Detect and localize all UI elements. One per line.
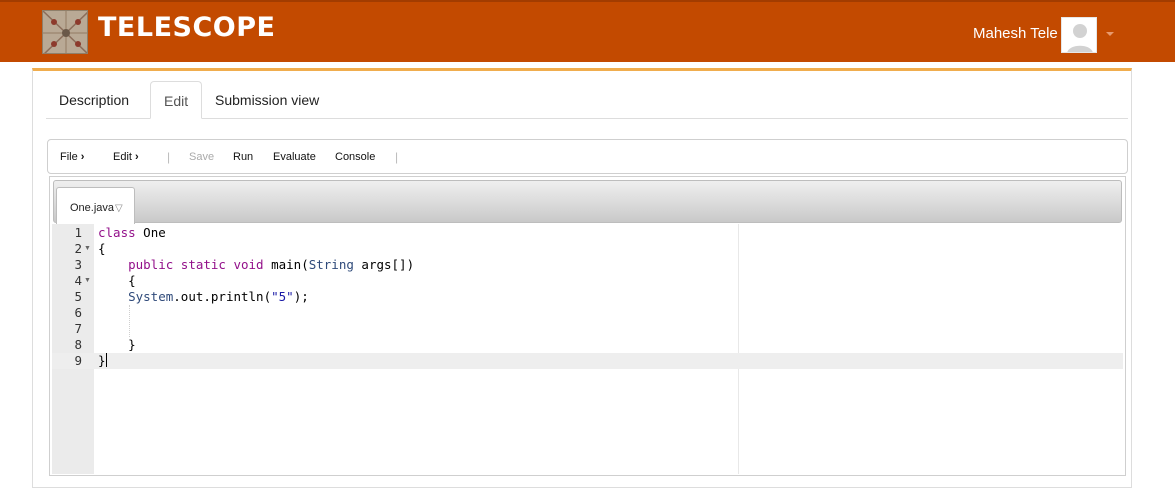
line-number: 7	[74, 321, 82, 336]
print-margin	[738, 224, 739, 474]
toolbar-separator: |	[167, 150, 171, 164]
tab-submission-view[interactable]: Submission view	[202, 81, 332, 119]
line-number: 4	[74, 273, 82, 288]
line-number: 9	[74, 353, 82, 368]
triangle-down-icon[interactable]: ▽	[115, 203, 123, 214]
file-menu[interactable]: File ›	[60, 151, 84, 163]
active-line-highlight	[52, 353, 1123, 369]
code-keyword: public static void	[128, 257, 264, 272]
toolbar-separator: |	[395, 150, 399, 164]
chevron-right-icon: ›	[80, 151, 85, 163]
file-menu-label: File	[60, 151, 78, 163]
code-line: class One	[98, 225, 166, 241]
code-method: main(	[263, 257, 309, 272]
fold-toggle-icon[interactable]: ▼	[84, 241, 92, 257]
user-name[interactable]: Mahesh Tele	[973, 25, 1058, 42]
code-line: public static void main(String args[])	[98, 257, 414, 273]
code-brace: }	[98, 353, 106, 368]
code-keyword: class	[98, 225, 136, 240]
line-number: 8	[74, 337, 82, 352]
fold-toggle-icon[interactable]: ▼	[84, 273, 92, 289]
file-tab-one-java[interactable]: One.java▽	[56, 187, 135, 224]
indent-guide	[129, 305, 130, 337]
code-line: {	[98, 273, 136, 289]
line-number: 5	[74, 289, 82, 304]
code-line: System.out.println("5");	[98, 289, 309, 305]
code-type: String	[308, 257, 354, 272]
save-button[interactable]: Save	[189, 151, 214, 163]
code-string: "5"	[271, 289, 294, 304]
telescope-logo-icon[interactable]	[42, 10, 88, 54]
edit-menu-label: Edit	[113, 151, 132, 163]
edit-menu[interactable]: Edit ›	[113, 151, 139, 163]
chevron-down-icon[interactable]	[1106, 32, 1114, 36]
line-number: 6	[74, 305, 82, 320]
run-button[interactable]: Run	[233, 151, 253, 163]
user-avatar-icon[interactable]	[1061, 17, 1097, 53]
code-line: }	[98, 353, 107, 369]
code-identifier: One	[135, 225, 166, 240]
code-params: args[])	[353, 257, 415, 272]
editor-toolbar: File › Edit › | Save Run Evaluate Console …	[47, 139, 1128, 174]
file-tab-label: One.java	[70, 202, 115, 214]
text-cursor	[105, 353, 107, 367]
code-line: }	[98, 337, 136, 353]
code-brace: }	[98, 337, 136, 352]
line-number: 3	[74, 257, 82, 272]
line-number: 2	[74, 241, 82, 256]
code-call-end: );	[293, 289, 309, 304]
chevron-right-icon: ›	[134, 151, 139, 163]
tab-edit[interactable]: Edit	[150, 81, 203, 119]
console-button[interactable]: Console	[335, 151, 375, 163]
code-call: .out.println(	[173, 289, 272, 304]
tab-description[interactable]: Description	[46, 81, 142, 119]
evaluate-button[interactable]: Evaluate	[273, 151, 316, 163]
code-line: {	[98, 241, 106, 257]
top-navbar: TELESCOPE Mahesh Tele	[0, 0, 1175, 62]
problem-tabs: Description Edit Submission view	[46, 81, 1128, 119]
code-brace: {	[98, 273, 136, 288]
line-number: 1	[74, 225, 82, 240]
code-type: System	[128, 289, 174, 304]
brand-title[interactable]: TELESCOPE	[98, 12, 275, 43]
file-tab-bar: One.java▽	[53, 180, 1122, 224]
code-brace: {	[98, 241, 106, 256]
